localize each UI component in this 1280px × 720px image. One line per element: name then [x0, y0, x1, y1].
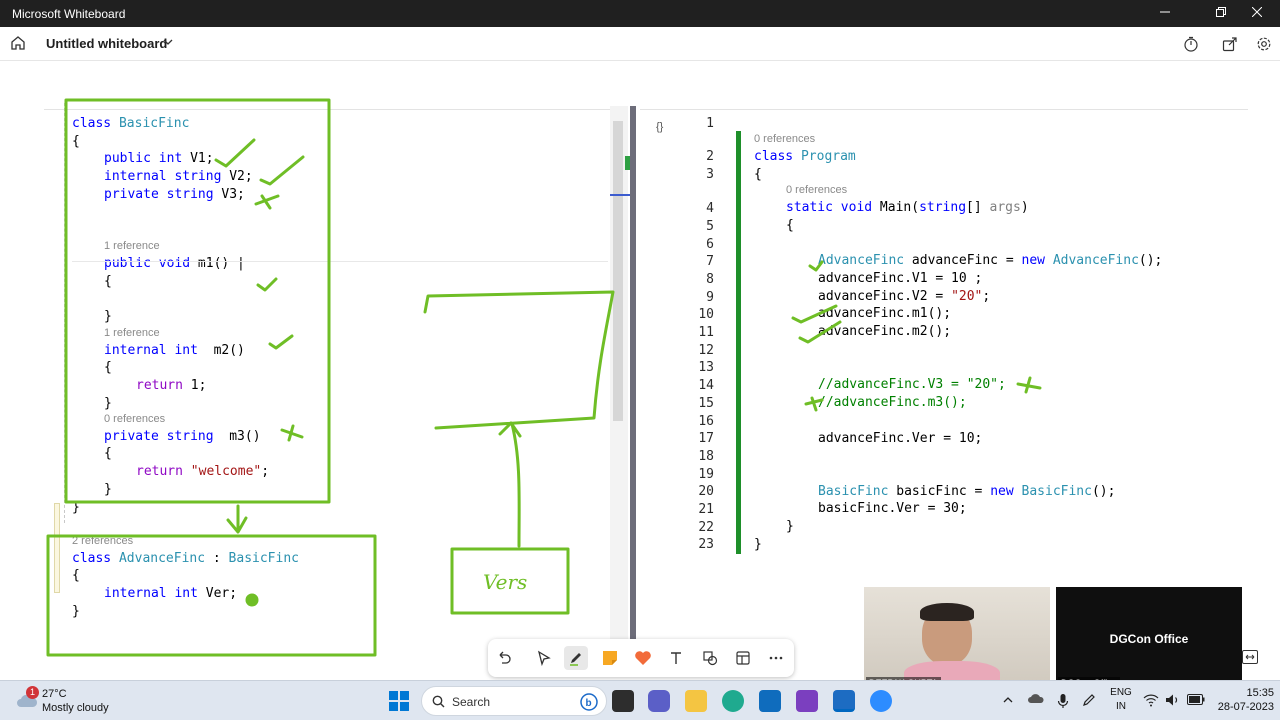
- templates-icon: [736, 651, 750, 665]
- pen-menu-icon[interactable]: [1082, 693, 1096, 707]
- pen-tool[interactable]: [564, 646, 588, 670]
- edge-browser-icon[interactable]: [722, 690, 744, 712]
- microsoft-store-icon[interactable]: [759, 690, 781, 712]
- whiteboard-app: Microsoft Whiteboard Untitled whiteboard…: [0, 0, 1280, 720]
- bing-icon: b: [580, 693, 598, 711]
- ink-box-advance: [46, 534, 377, 657]
- weather-widget[interactable]: 1 27°C Mostly cloudy: [14, 685, 134, 717]
- share-icon[interactable]: [1222, 36, 1238, 52]
- office-video-tile: DGCon Office DGCon Office: [1056, 587, 1242, 691]
- wifi-icon[interactable]: [1143, 693, 1159, 707]
- file-explorer-icon[interactable]: [685, 690, 707, 712]
- zoom-icon[interactable]: [870, 690, 892, 712]
- microphone-icon[interactable]: [1057, 693, 1069, 709]
- more-button[interactable]: [764, 646, 788, 670]
- reaction-tool[interactable]: [631, 646, 655, 670]
- close-icon: [1251, 6, 1263, 18]
- shapes-icon: [703, 651, 718, 666]
- svg-text:b: b: [586, 698, 592, 709]
- more-icon: [769, 656, 783, 660]
- undo-icon: [499, 651, 511, 664]
- windows-taskbar: 1 27°C Mostly cloudy Search b ENG IN 15:…: [0, 680, 1280, 720]
- weather-alert-badge: 1: [26, 686, 39, 699]
- home-icon[interactable]: [10, 35, 26, 51]
- onedrive-cloud-icon[interactable]: [1028, 693, 1044, 705]
- office-tile-title: DGCon Office: [1109, 632, 1189, 646]
- app-header: Untitled whiteboard: [0, 27, 1280, 61]
- settings-icon[interactable]: [1256, 36, 1272, 52]
- language-top: ENG: [1110, 687, 1132, 698]
- chevron-down-icon[interactable]: [162, 36, 174, 48]
- minimize-icon: [1160, 11, 1170, 13]
- select-tool[interactable]: [532, 646, 556, 670]
- visual-studio-icon[interactable]: [796, 690, 818, 712]
- fit-to-screen-icon[interactable]: [1242, 650, 1258, 664]
- clock-time: 15:35: [1246, 687, 1274, 699]
- undo-button[interactable]: [492, 646, 516, 670]
- participant-avatar: [864, 587, 1050, 691]
- clock-date: 28-07-2023: [1217, 701, 1274, 713]
- reaction-icon: [635, 651, 651, 665]
- teams-chat-icon[interactable]: [648, 690, 670, 712]
- task-view-icon[interactable]: [612, 690, 634, 712]
- select-icon: [537, 650, 551, 666]
- participant-video-tile: DEEPAK GUPTA: [864, 587, 1050, 691]
- search-placeholder: Search: [452, 695, 491, 709]
- text-icon: [671, 652, 681, 664]
- templates-tool[interactable]: [731, 646, 755, 670]
- weather-description: Mostly cloudy: [42, 702, 109, 714]
- language-bottom: IN: [1116, 701, 1126, 712]
- board-title[interactable]: Untitled whiteboard: [46, 36, 167, 51]
- timer-icon[interactable]: [1183, 36, 1199, 52]
- clock[interactable]: 15:35 28-07-2023: [1206, 687, 1274, 713]
- sticky-note-tool[interactable]: [598, 646, 622, 670]
- minimize-button[interactable]: [1142, 0, 1188, 27]
- windows-start-icon[interactable]: [388, 690, 410, 712]
- battery-icon[interactable]: [1187, 694, 1205, 705]
- ink-toolbar: [488, 639, 794, 677]
- restore-icon: [1216, 7, 1226, 17]
- ink-handwriting-vers: Vers: [483, 570, 527, 594]
- temperature: 27°C: [42, 688, 67, 700]
- ink-arrow-up: [498, 421, 522, 548]
- close-button[interactable]: [1234, 0, 1280, 27]
- whiteboard-taskbar-icon[interactable]: [833, 690, 855, 712]
- taskbar-search[interactable]: Search b: [421, 686, 607, 716]
- ink-box-basic: [64, 98, 331, 504]
- shapes-tool[interactable]: [698, 646, 722, 670]
- ink-arrow-down: [226, 504, 248, 534]
- sticky-note-icon: [603, 651, 617, 665]
- language-indicator[interactable]: ENG IN: [1108, 687, 1134, 712]
- title-bar: Microsoft Whiteboard: [0, 0, 1280, 27]
- pen-icon: [570, 653, 581, 666]
- window-title: Microsoft Whiteboard: [12, 7, 126, 21]
- text-tool[interactable]: [664, 646, 688, 670]
- chevron-up-icon[interactable]: [1002, 694, 1014, 706]
- search-icon: [432, 695, 445, 708]
- ink-bracket: [423, 290, 615, 430]
- volume-icon[interactable]: [1165, 693, 1181, 707]
